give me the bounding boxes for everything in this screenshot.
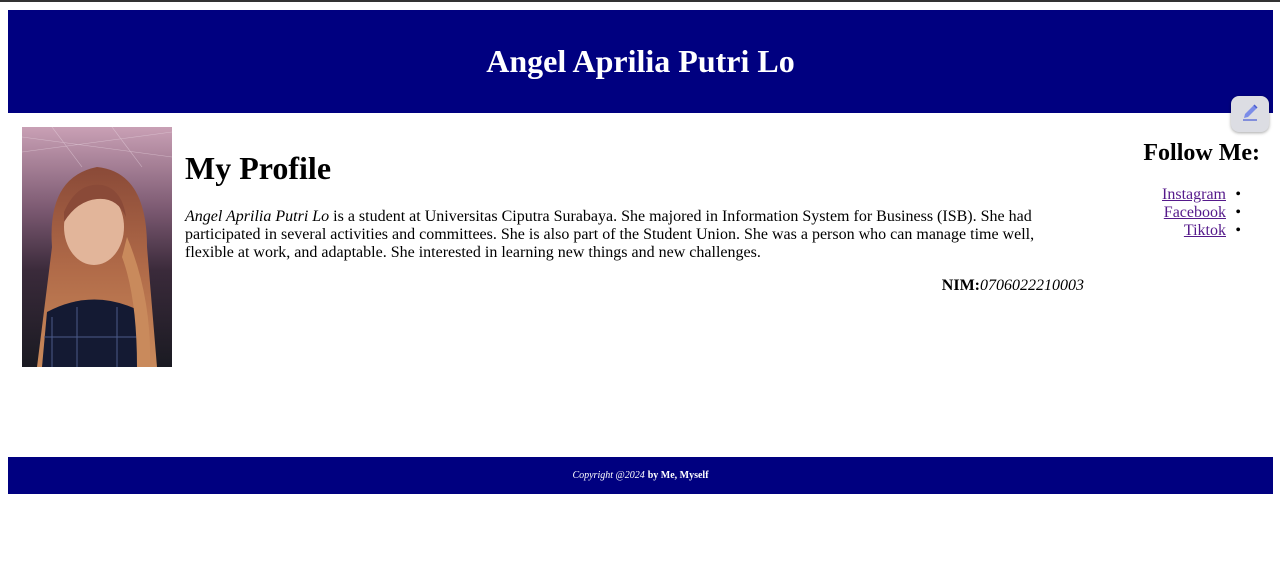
page-title: Angel Aprilia Putri Lo: [486, 43, 795, 79]
facebook-link[interactable]: Facebook: [1164, 204, 1226, 221]
pencil-icon: [1239, 101, 1261, 128]
profile-photo: [22, 127, 172, 367]
footer-copyright: Copyright @2024: [572, 470, 645, 481]
follow-section: Follow Me: Instagram Facebook Tiktok: [1100, 140, 1260, 240]
social-links-list: Instagram Facebook Tiktok: [1100, 186, 1260, 240]
list-item: Tiktok: [1100, 222, 1241, 240]
profile-section: My Profile Angel Aprilia Putri Lo is a s…: [185, 140, 1085, 262]
tiktok-link[interactable]: Tiktok: [1184, 222, 1226, 239]
page-header: Angel Aprilia Putri Lo: [8, 10, 1273, 113]
nim-line: NIM:0706022210003: [942, 277, 1084, 295]
nim-label: NIM:: [941, 277, 980, 294]
page-footer: Copyright @2024 by Me, Myself: [8, 457, 1273, 494]
list-item: Facebook: [1100, 204, 1241, 222]
nim-value: 0706022210003: [980, 277, 1084, 294]
profile-heading: My Profile: [185, 150, 332, 186]
profile-name: Angel Aprilia Putri Lo: [185, 208, 330, 225]
footer-author: by Me, Myself: [647, 470, 709, 481]
window-top-border: [0, 0, 1280, 2]
instagram-link[interactable]: Instagram: [1162, 186, 1226, 203]
follow-heading: Follow Me:: [1143, 140, 1260, 166]
edit-widget-button[interactable]: [1231, 96, 1269, 132]
list-item: Instagram: [1100, 186, 1241, 204]
profile-bio: Angel Aprilia Putri Lo is a student at U…: [185, 208, 1045, 262]
